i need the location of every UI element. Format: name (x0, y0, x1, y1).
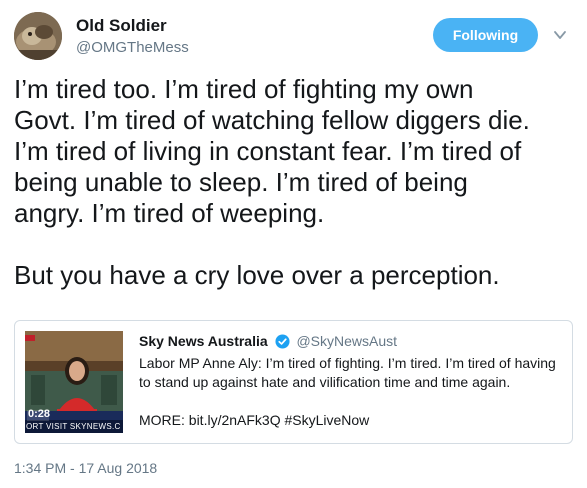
video-ticker: ORT VISIT SKYNEWS.C (26, 422, 121, 431)
quoted-tweet-line: Labor MP Anne Aly: I’m tired of fighting… (139, 355, 556, 371)
tweet-line: angry. I’m tired of weeping. (14, 198, 325, 228)
tweet-line: Govt. I’m tired of watching fellow digge… (14, 105, 530, 135)
tweet-text: I’m tired too. I’m tired of fighting my … (14, 74, 579, 291)
quoted-tweet-card[interactable]: 0:28 ORT VISIT SKYNEWS.C Sky News Austra… (14, 320, 573, 444)
video-clock: 0:28 (28, 408, 51, 420)
quoted-tweet-more-link[interactable]: MORE: bit.ly/2nAFk3Q #SkyLiveNow (139, 411, 369, 430)
chevron-down-icon[interactable] (552, 27, 568, 43)
verified-badge-icon (275, 334, 290, 353)
tweet-line: being unable to sleep. I’m tired of bein… (14, 167, 468, 197)
quoted-tweet-line: to stand up against hate and vilificatio… (139, 374, 511, 390)
avatar[interactable] (14, 12, 62, 60)
quoted-tweet-video-thumbnail[interactable]: 0:28 ORT VISIT SKYNEWS.C (25, 331, 123, 433)
tweet: Old Soldier @OMGTheMess Following I’m ti… (0, 0, 587, 488)
quoted-author-handle[interactable]: @SkyNewsAust (296, 333, 397, 349)
user-handle[interactable]: @OMGTheMess (76, 39, 189, 56)
avatar-image (14, 12, 62, 60)
following-button[interactable]: Following (433, 18, 538, 52)
tweet-line: But you have a cry love over a perceptio… (14, 260, 500, 290)
quoted-tweet-text: Labor MP Anne Aly: I’m tired of fighting… (139, 354, 567, 392)
quoted-author-name[interactable]: Sky News Australia (139, 333, 268, 349)
tweet-line: I’m tired too. I’m tired of fighting my … (14, 74, 474, 104)
tweet-line: I’m tired of living in constant fear. I’… (14, 136, 522, 166)
display-name[interactable]: Old Soldier (76, 16, 167, 36)
tweet-timestamp[interactable]: 1:34 PM - 17 Aug 2018 (14, 460, 157, 476)
quoted-tweet-header: Sky News Australia @SkyNewsAust (139, 332, 397, 353)
